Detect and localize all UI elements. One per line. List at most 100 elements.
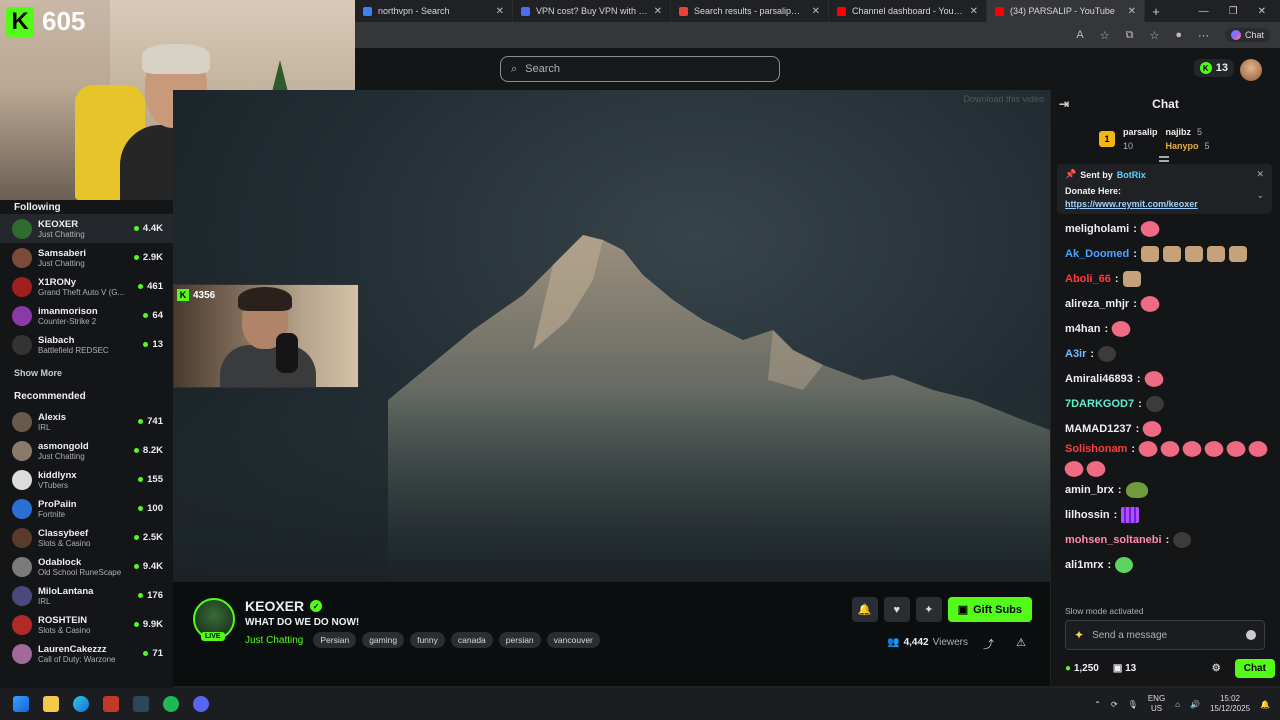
sync-icon[interactable]: ⟳ bbox=[1111, 700, 1118, 709]
browser-tab[interactable]: (34) PARSALIP - YouTube ✕ bbox=[987, 0, 1145, 22]
new-tab-button[interactable]: + bbox=[1145, 4, 1167, 19]
sidebar-channel-asmongold[interactable]: asmongold Just Chatting 8.2K bbox=[0, 436, 173, 465]
edge-browser-icon[interactable] bbox=[66, 688, 96, 720]
browser-tab[interactable]: northvpn - Search ✕ bbox=[355, 0, 513, 22]
drag-handle[interactable] bbox=[1159, 156, 1169, 162]
browser-tab[interactable]: Channel dashboard - YouTube St✕ bbox=[829, 0, 987, 22]
stream-tag[interactable]: vancouver bbox=[546, 632, 600, 648]
streamer-name[interactable]: KEOXER ✓ bbox=[245, 598, 323, 614]
close-tab-icon[interactable]: ✕ bbox=[654, 6, 662, 17]
chat-username[interactable]: 7DARKGOD7 bbox=[1065, 398, 1134, 410]
browser-tab[interactable]: Search results - parsalip@google✕ bbox=[671, 0, 829, 22]
sidebar-channel-keoxer[interactable]: KEOXER Just Chatting 4.4K bbox=[0, 214, 173, 243]
windows-start-icon[interactable] bbox=[6, 688, 36, 720]
stream-tag[interactable]: persian bbox=[498, 632, 541, 648]
extensions-icon[interactable]: ⧉ bbox=[1126, 29, 1134, 42]
close-tab-icon[interactable]: ✕ bbox=[1128, 6, 1136, 17]
emoji-icon[interactable] bbox=[1246, 630, 1256, 640]
spotify-icon[interactable] bbox=[156, 688, 186, 720]
collapse-chat-icon[interactable]: ⇥ bbox=[1059, 97, 1069, 111]
language-indicator[interactable]: ENG US bbox=[1148, 694, 1165, 714]
sidebar-channel-kiddlynx[interactable]: kiddlynx VTubers 155 bbox=[0, 465, 173, 494]
volume-icon[interactable]: 🔊 bbox=[1190, 700, 1200, 709]
show-more-link[interactable]: Show More bbox=[0, 359, 173, 389]
notification-icon[interactable]: 🔔 bbox=[1260, 700, 1270, 709]
chat-username[interactable]: Amirali46893 bbox=[1065, 373, 1133, 385]
chevron-down-icon[interactable]: ⌄ bbox=[1256, 190, 1264, 201]
chat-username[interactable]: Solishonam bbox=[1065, 443, 1127, 455]
favorite-icon[interactable]: ☆ bbox=[1100, 29, 1110, 42]
search-input[interactable]: ⌕ Search bbox=[500, 56, 780, 82]
close-tab-icon[interactable]: ✕ bbox=[812, 6, 820, 17]
system-tray: ⌃ ⟳ 🎙 ENG US ⌂ 🔊 15:02 15/12/2025 🔔 bbox=[1094, 694, 1280, 714]
sidebar-channel-samsaberi[interactable]: Samsaberi Just Chatting 2.9K bbox=[0, 243, 173, 272]
close-tab-icon[interactable]: ✕ bbox=[970, 6, 978, 17]
sidebar-channel-classybeef[interactable]: Classybeef Slots & Casino 2.5K bbox=[0, 523, 173, 552]
app-icon[interactable] bbox=[96, 688, 126, 720]
stream-tag[interactable]: gaming bbox=[362, 632, 405, 648]
category-link[interactable]: Just Chatting bbox=[245, 635, 303, 646]
close-tab-icon[interactable]: ✕ bbox=[496, 6, 504, 17]
close-window-icon[interactable]: ✕ bbox=[1258, 6, 1266, 17]
kick-coins[interactable]: K 13 bbox=[1193, 59, 1234, 77]
clock[interactable]: 15:02 15/12/2025 bbox=[1210, 694, 1250, 714]
sidebar-channel-imanmorison[interactable]: imanmorison Counter-Strike 2 64 bbox=[0, 301, 173, 330]
read-aloud-icon[interactable]: A bbox=[1076, 29, 1083, 41]
chat-username[interactable]: A3ir bbox=[1065, 348, 1086, 360]
gift-subs-button[interactable]: ▣ Gift Subs bbox=[947, 597, 1032, 622]
chat-username[interactable]: Ak_Doomed bbox=[1065, 248, 1129, 260]
chat-username[interactable]: Aboli_66 bbox=[1065, 273, 1111, 285]
follow-heart-button[interactable]: ♥ bbox=[883, 597, 910, 622]
chevron-up-icon[interactable]: ⌃ bbox=[1094, 700, 1101, 709]
sidebar-channel-x1rony[interactable]: X1RONy Grand Theft Auto V (G... 461 bbox=[0, 272, 173, 301]
sidebar-channel-roshtein[interactable]: ROSHTEIN Slots & Casino 9.9K bbox=[0, 610, 173, 639]
leader-entry[interactable]: parsalip bbox=[1123, 127, 1158, 137]
sidebar-channel-odablock[interactable]: Odablock Old School RuneScape 9.4K bbox=[0, 552, 173, 581]
stream-tag[interactable]: canada bbox=[450, 632, 493, 648]
send-chat-button[interactable]: Chat bbox=[1234, 658, 1275, 678]
gear-icon[interactable]: ⚙ bbox=[1212, 663, 1221, 674]
chat-username[interactable]: mohsen_soltanebi bbox=[1065, 534, 1162, 546]
minimize-icon[interactable]: — bbox=[1199, 6, 1209, 17]
chat-username[interactable]: lilhossin bbox=[1065, 509, 1110, 521]
download-video-hint[interactable]: Download this video bbox=[963, 94, 1044, 104]
favorites-list-icon[interactable]: ☆ bbox=[1149, 29, 1159, 42]
more-icon[interactable]: ⋯ bbox=[1198, 29, 1209, 42]
leader-entry[interactable]: Hanypo 5 bbox=[1166, 141, 1210, 151]
network-icon[interactable]: ⌂ bbox=[1175, 700, 1180, 709]
pip-viewer-badge: K 4356 bbox=[177, 289, 215, 301]
user-avatar[interactable] bbox=[1240, 59, 1262, 81]
donate-link[interactable]: https://www.reymit.com/keoxer bbox=[1065, 199, 1264, 209]
sidebar-channel-milolantana[interactable]: MiloLantana IRL 176 bbox=[0, 581, 173, 610]
discord-icon[interactable] bbox=[186, 688, 216, 720]
chat-username[interactable]: meligholami bbox=[1065, 223, 1129, 235]
chat-input[interactable]: ✦ Send a message bbox=[1065, 620, 1265, 650]
copilot-chat-button[interactable]: Chat bbox=[1224, 28, 1270, 42]
stream-tag[interactable]: Persian bbox=[313, 632, 357, 648]
report-icon[interactable]: ⚠ bbox=[1016, 636, 1026, 649]
subs-display[interactable]: ▣ 13 bbox=[1113, 663, 1136, 674]
chat-username[interactable]: amin_brx bbox=[1065, 484, 1114, 496]
sidebar-channel-propaiin[interactable]: ProPaiin Fortnite 100 bbox=[0, 494, 173, 523]
stream-tag[interactable]: funny bbox=[410, 632, 445, 648]
sidebar-channel-laurencakezzz[interactable]: LaurenCakezzz Call of Duty: Warzone 71 bbox=[0, 639, 173, 668]
profile-icon[interactable]: ● bbox=[1175, 29, 1182, 41]
steam-icon[interactable] bbox=[126, 688, 156, 720]
chat-username[interactable]: ali1mrx bbox=[1065, 559, 1104, 571]
chat-username[interactable]: alireza_mhjr bbox=[1065, 298, 1129, 310]
browser-tab[interactable]: VPN cost? Buy VPN with Credit C✕ bbox=[513, 0, 671, 22]
chat-username[interactable]: m4han bbox=[1065, 323, 1100, 335]
unpin-icon[interactable]: ✕ bbox=[1256, 169, 1264, 180]
restore-icon[interactable]: ❐ bbox=[1229, 6, 1238, 17]
sidebar-channel-siabach[interactable]: Siabach Battlefield REDSEC 13 bbox=[0, 330, 173, 359]
chat-username[interactable]: MAMAD1237 bbox=[1065, 423, 1132, 435]
sparkle-button[interactable]: ✦ bbox=[915, 597, 942, 622]
emote-icon bbox=[1158, 438, 1182, 460]
sidebar-channel-alexis[interactable]: Alexis IRL 741 bbox=[0, 407, 173, 436]
leader-entry[interactable]: najibz 5 bbox=[1166, 127, 1210, 137]
microphone-icon[interactable]: 🎙 bbox=[1128, 700, 1138, 709]
notification-bell-button[interactable]: 🔔 bbox=[851, 597, 878, 622]
points-display[interactable]: ● 1,250 bbox=[1065, 663, 1099, 674]
share-icon[interactable]: ⤴ bbox=[983, 636, 994, 652]
file-explorer-icon[interactable] bbox=[36, 688, 66, 720]
